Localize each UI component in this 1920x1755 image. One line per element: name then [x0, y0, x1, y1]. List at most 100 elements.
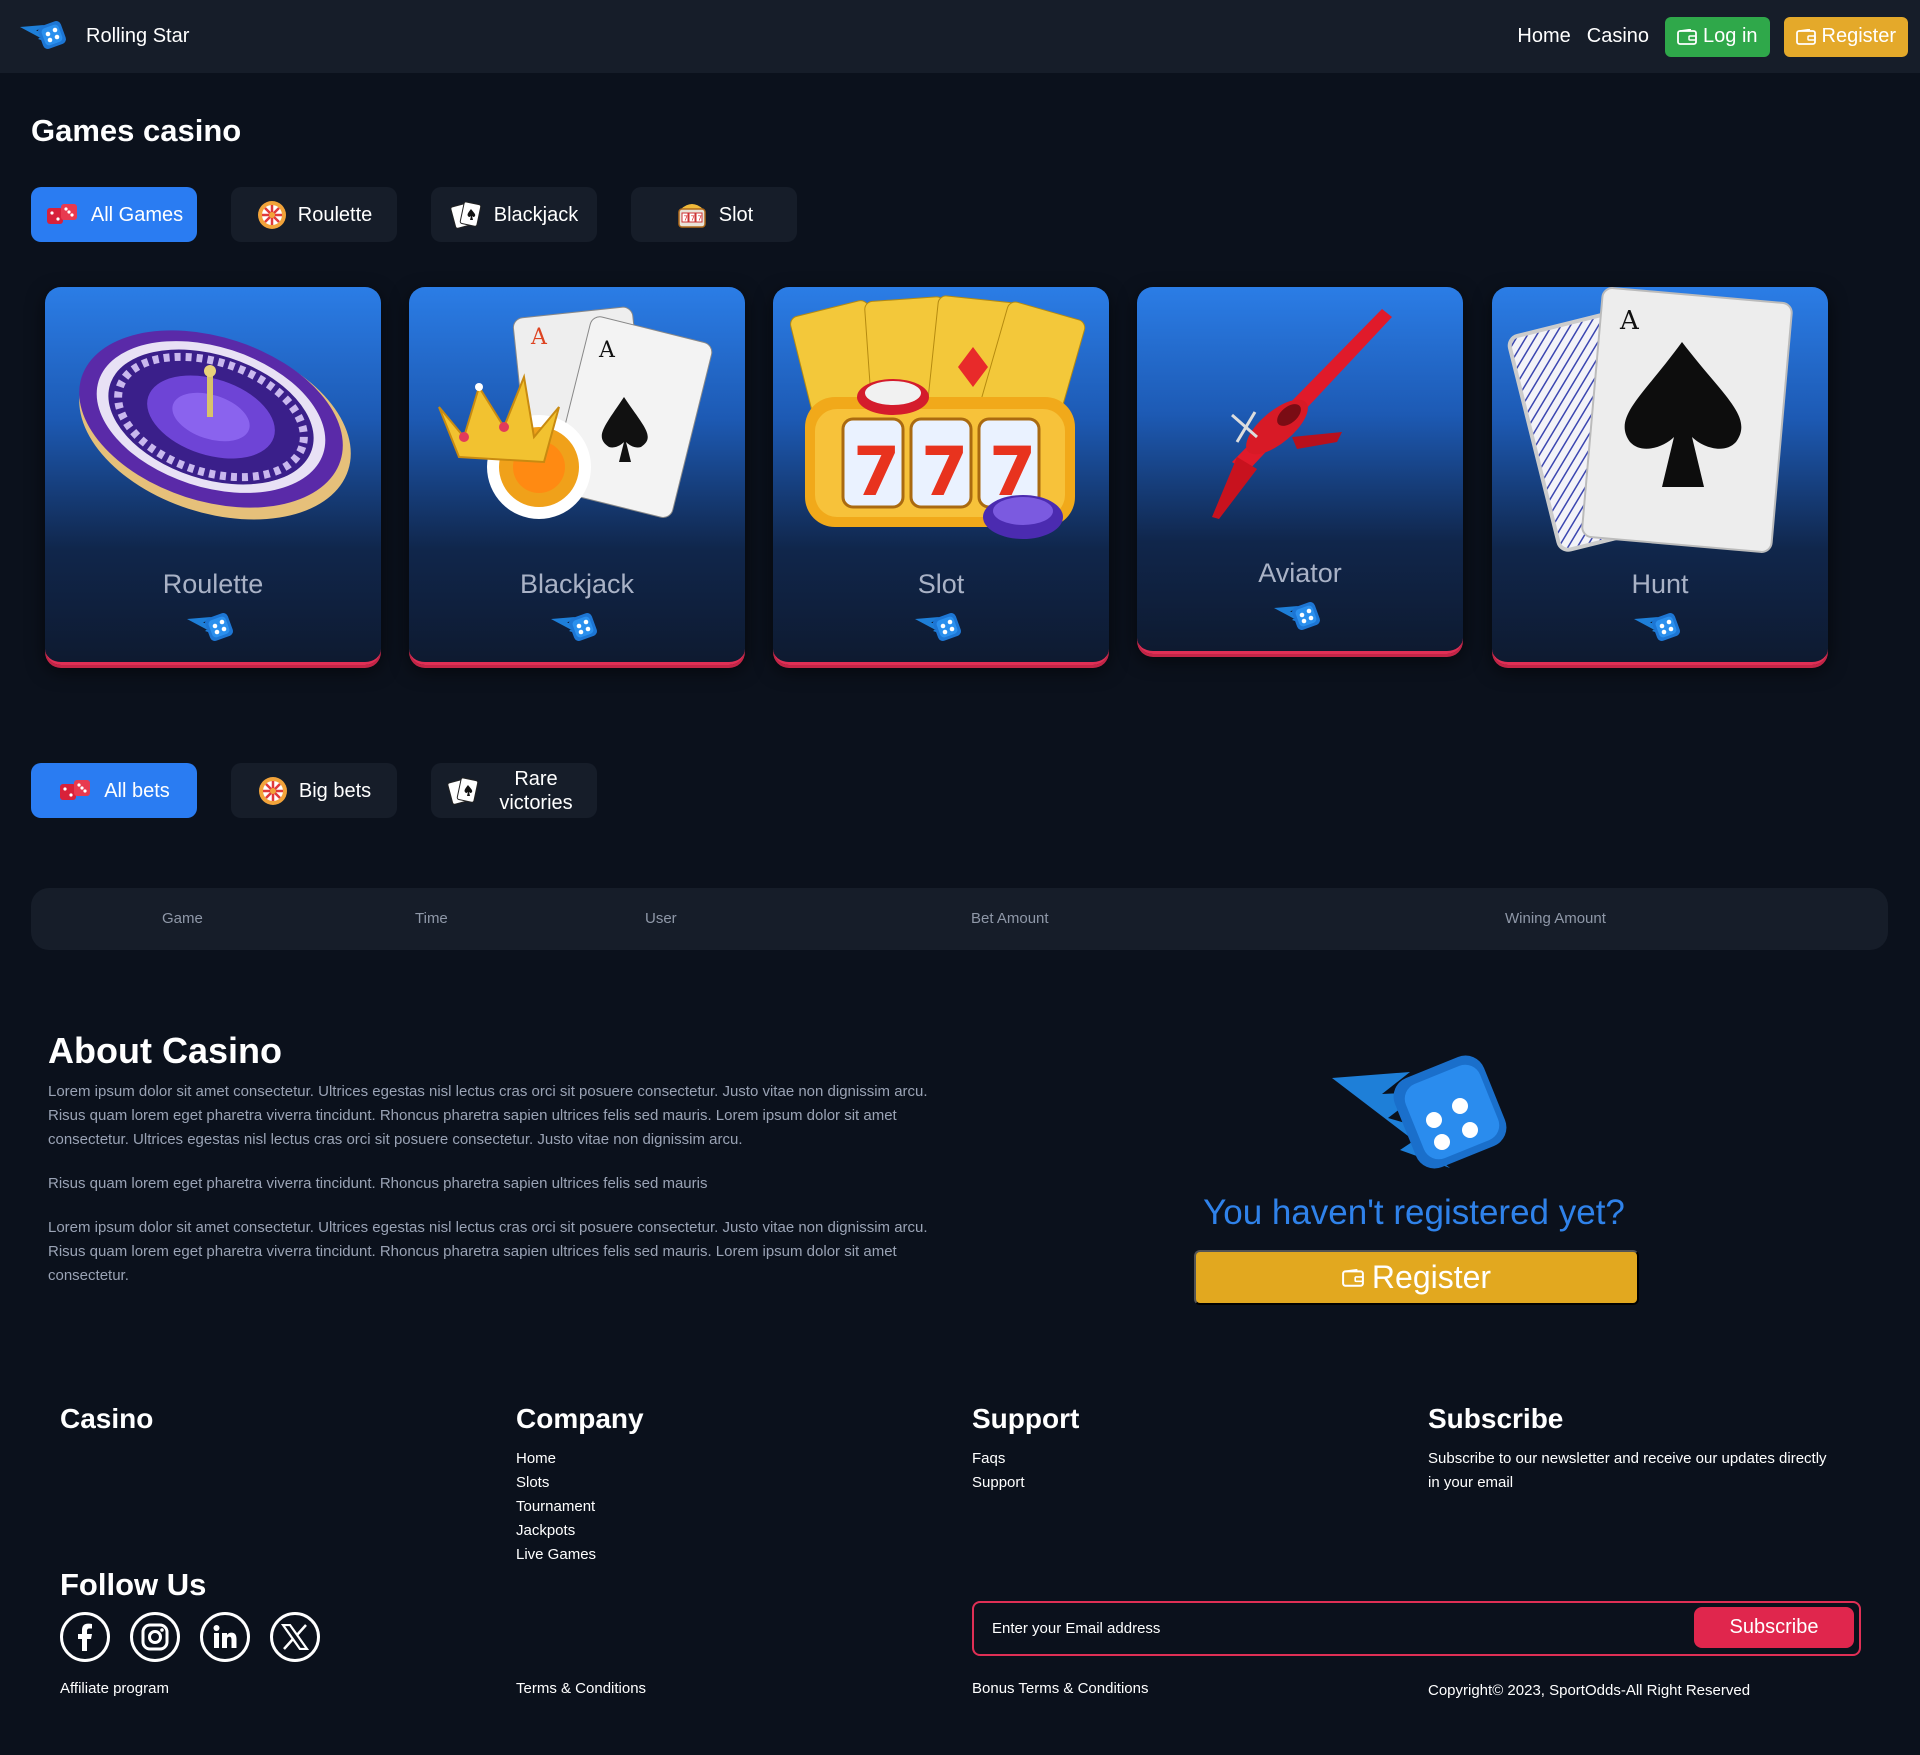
flying-dice-icon	[187, 613, 233, 641]
bets-table-header: Game Time User Bet Amount Wining Amount	[31, 888, 1888, 950]
dice-icon	[60, 779, 91, 800]
main-nav: Home Casino Log in Register	[1517, 16, 1908, 57]
roulette-wheel-icon	[258, 776, 287, 805]
footer-company-title: Company	[516, 1403, 644, 1434]
wallet-icon	[1342, 1268, 1364, 1287]
flying-dice-logo-icon	[20, 20, 66, 49]
tab-label: All bets	[104, 779, 170, 802]
support-links: Faqs Support	[972, 1447, 1025, 1495]
footer-link-support[interactable]: Support	[972, 1471, 1025, 1495]
game-card-title: Slot	[917, 569, 965, 599]
newsletter-form: Subscribe	[972, 1601, 1861, 1656]
footer-support-title: Support	[972, 1403, 1080, 1434]
footer-link-jackpots[interactable]: Jackpots	[516, 1519, 596, 1543]
roulette-wheel-icon	[257, 200, 286, 229]
tab-all-bets[interactable]: All bets	[31, 763, 197, 818]
brand[interactable]: Rolling Star	[18, 17, 189, 57]
social-links	[60, 1612, 320, 1662]
slot-777-art: 7 7 7	[790, 295, 1086, 539]
tab-rare-victories[interactable]: Rare victories	[431, 763, 597, 818]
game-card-title: Blackjack	[519, 569, 635, 599]
game-card-title: Roulette	[162, 569, 264, 599]
dice-icon	[46, 203, 77, 224]
tab-label: Blackjack	[493, 203, 579, 226]
tab-label: Roulette	[297, 203, 373, 226]
game-card-roulette[interactable]: Roulette	[45, 287, 381, 665]
about-title: About Casino	[48, 1030, 282, 1071]
tab-all-games[interactable]: All Games	[31, 187, 197, 242]
column-header-time: Time	[415, 910, 448, 927]
footer-link-home[interactable]: Home	[516, 1447, 596, 1471]
flying-dice-icon	[1274, 602, 1320, 630]
linkedin-icon[interactable]	[200, 1612, 250, 1662]
follow-us-title: Follow Us	[60, 1567, 207, 1602]
x-icon[interactable]	[270, 1612, 320, 1662]
game-card-title: Aviator	[1258, 558, 1342, 588]
game-card-aviator[interactable]: Aviator	[1137, 287, 1463, 654]
tab-label: Slot	[718, 203, 754, 226]
footer-link-faqs[interactable]: Faqs	[972, 1447, 1025, 1471]
footer-link-tournament[interactable]: Tournament	[516, 1495, 596, 1519]
svg-text:7: 7	[921, 433, 968, 512]
login-label: Log in	[1703, 25, 1758, 47]
company-links: Home Slots Tournament Jackpots Live Game…	[516, 1447, 596, 1567]
flying-dice-icon	[551, 613, 597, 641]
register-prompt-text: You haven't registered yet?	[1203, 1193, 1625, 1232]
tab-label: Big bets	[298, 779, 372, 802]
svg-text:7: 7	[683, 214, 687, 222]
register-label: Register	[1821, 25, 1896, 47]
about-paragraph: Risus quam lorem eget pharetra viverra t…	[48, 1175, 708, 1192]
facebook-icon[interactable]	[60, 1612, 110, 1662]
terms-link[interactable]: Terms & Conditions	[516, 1680, 646, 1697]
bets-filter-tabs: All bets Big bets Rare victories	[31, 763, 597, 818]
nav-home-link[interactable]: Home	[1517, 25, 1570, 48]
roulette-wheel-art	[79, 330, 351, 520]
column-header-game: Game	[162, 910, 203, 927]
tab-big-bets[interactable]: Big bets	[231, 763, 397, 818]
game-card-hunt[interactable]: A Hunt	[1492, 287, 1828, 665]
cards-icon	[447, 776, 479, 805]
subscribe-button[interactable]: Subscribe	[1694, 1607, 1854, 1648]
svg-text:7: 7	[853, 433, 900, 512]
games-section-title: Games casino	[31, 113, 242, 148]
tab-slot[interactable]: 777 Slot	[631, 187, 797, 242]
red-plane-art	[1212, 309, 1392, 519]
nav-casino-link[interactable]: Casino	[1587, 25, 1649, 48]
promo-register-label: Register	[1371, 1259, 1492, 1295]
copyright-text: Copyright© 2023, SportOdds-All Right Res…	[1428, 1682, 1751, 1699]
login-button[interactable]: Log in	[1665, 16, 1770, 57]
tab-roulette[interactable]: Roulette	[231, 187, 397, 242]
subscribe-description: Subscribe to our newsletter and receive …	[1428, 1450, 1827, 1491]
bonus-terms-link[interactable]: Bonus Terms & Conditions	[972, 1680, 1148, 1697]
svg-text:A: A	[1619, 306, 1640, 336]
affiliate-program-link[interactable]: Affiliate program	[60, 1680, 169, 1697]
flying-dice-logo-icon	[1332, 1055, 1507, 1169]
footer-link-live-games[interactable]: Live Games	[516, 1543, 596, 1567]
about-paragraph: Lorem ipsum dolor sit amet consectetur. …	[48, 1083, 928, 1148]
tab-label: Rare victories	[499, 767, 573, 814]
game-card-blackjack[interactable]: A A Blackjack	[409, 287, 745, 665]
column-header-user: User	[645, 910, 677, 927]
svg-text:7: 7	[697, 214, 701, 222]
game-filter-tabs: All Games Roulette Blackjack 777 Slot	[31, 187, 797, 242]
footer-link-slots[interactable]: Slots	[516, 1471, 596, 1495]
about-paragraph: Lorem ipsum dolor sit amet consectetur. …	[48, 1219, 928, 1284]
tab-blackjack[interactable]: Blackjack	[431, 187, 597, 242]
game-card-title: Hunt	[1631, 569, 1689, 599]
flying-dice-icon	[1634, 613, 1680, 641]
wallet-icon	[1795, 28, 1816, 45]
promo-register-button[interactable]: Register	[1194, 1250, 1639, 1305]
instagram-icon[interactable]	[130, 1612, 180, 1662]
footer-casino-title: Casino	[60, 1403, 154, 1434]
flying-dice-icon	[915, 613, 961, 641]
register-button[interactable]: Register	[1783, 16, 1908, 57]
game-card-slot[interactable]: 7 7 7 Slot	[773, 287, 1109, 665]
column-header-wining-amount: Wining Amount	[1505, 910, 1606, 927]
email-input[interactable]	[992, 1603, 1632, 1654]
slot-machine-icon: 777	[678, 203, 706, 228]
site-header: Rolling Star Home Casino Log in Register	[0, 0, 1920, 73]
brand-name: Rolling Star	[86, 25, 190, 47]
svg-text:7: 7	[690, 214, 694, 222]
blackjack-cards-art: A A	[438, 306, 713, 519]
ace-of-spades-art: A	[1507, 287, 1793, 553]
